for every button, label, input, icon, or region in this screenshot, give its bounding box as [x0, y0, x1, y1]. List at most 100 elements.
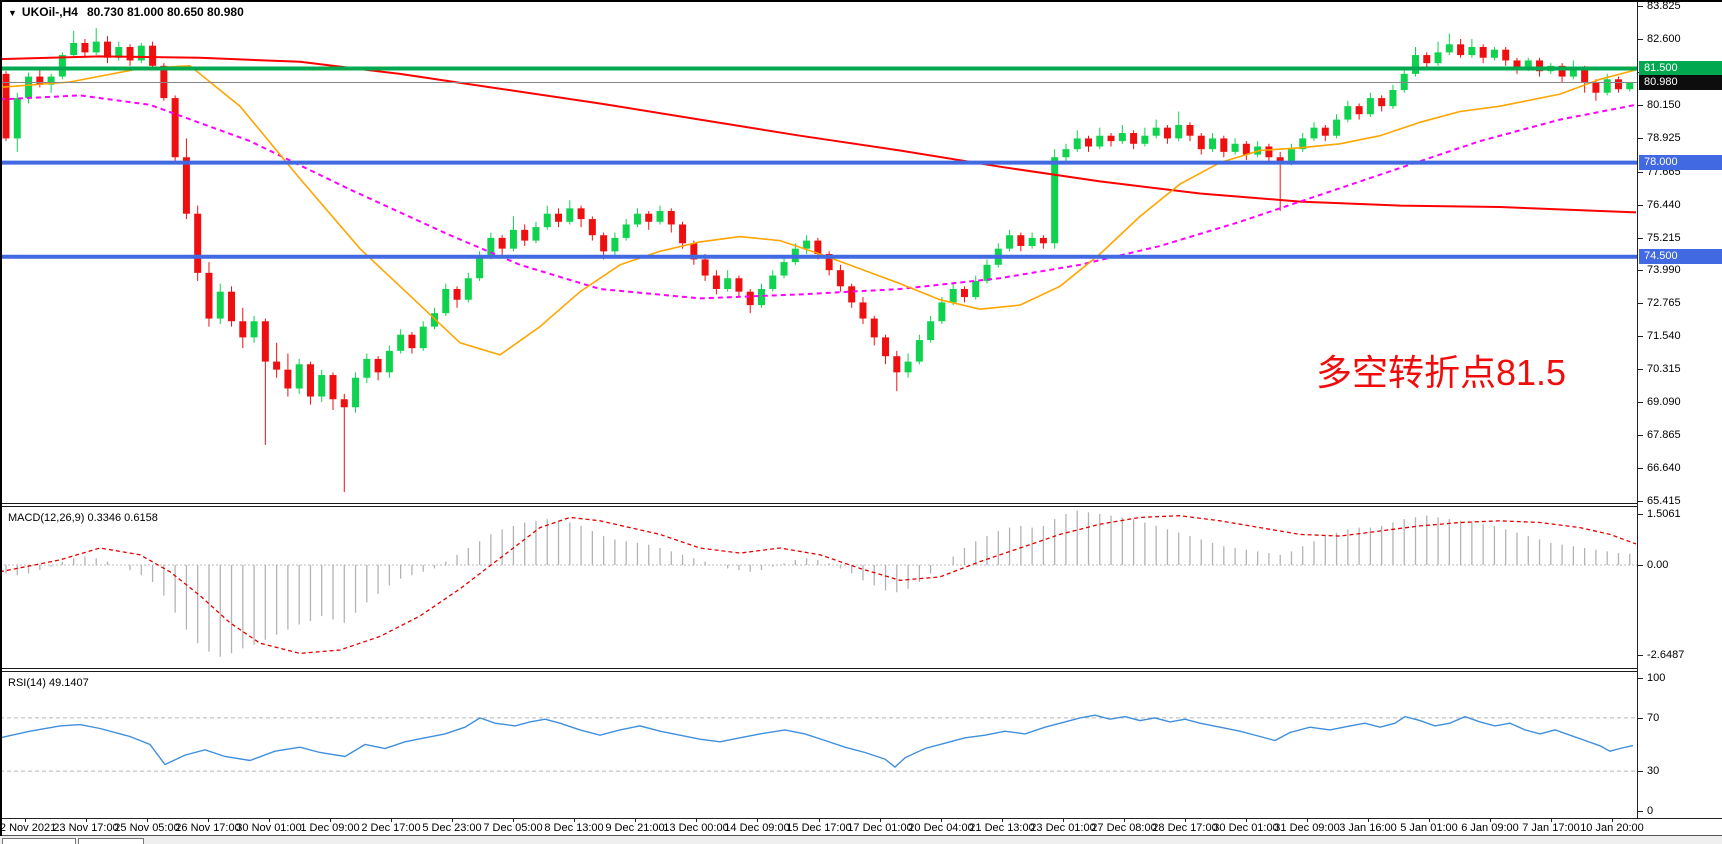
- price-axis: 83.82582.60080.15078.92577.66576.44075.2…: [1637, 0, 1722, 836]
- candle-down: [239, 321, 246, 337]
- price-badge-81.500[interactable]: 81.500: [1639, 61, 1722, 76]
- candle-up: [1006, 235, 1013, 248]
- candle-down: [713, 276, 720, 289]
- candle-down: [81, 43, 88, 52]
- candle-up: [318, 375, 325, 397]
- candle-up: [352, 378, 359, 408]
- axis-tick: [1638, 435, 1643, 436]
- candle-up: [1468, 47, 1475, 55]
- time-axis-label: 8 Dec 13:00: [544, 822, 603, 834]
- candle-down: [1265, 146, 1272, 157]
- candle-up: [769, 276, 776, 289]
- candle-down: [837, 270, 844, 286]
- candle-up: [1604, 79, 1611, 92]
- candle-down: [747, 292, 754, 305]
- axis-tick: [1638, 205, 1643, 206]
- axis-tick: [1638, 468, 1643, 469]
- time-axis-label: 27 Dec 08:00: [1091, 822, 1156, 834]
- time-axis-label: 10 Jan 20:00: [1580, 822, 1644, 834]
- candle-up: [420, 327, 427, 349]
- candle-down: [1356, 106, 1363, 114]
- chart-frame-left: [0, 0, 2, 836]
- price-badge-74.500[interactable]: 74.500: [1639, 249, 1722, 264]
- axis-tick: [1638, 238, 1643, 239]
- candle-down: [555, 214, 562, 222]
- candle-down: [3, 74, 10, 139]
- candle-up: [623, 224, 630, 237]
- time-axis-label: 31 Dec 09:00: [1274, 822, 1339, 834]
- candle-up: [138, 46, 145, 61]
- axis-tick: [1638, 501, 1643, 502]
- macd-axis-label: 0.00: [1647, 558, 1668, 572]
- axis-tick: [1638, 771, 1643, 772]
- time-axis-label: 13 Dec 00:00: [663, 822, 728, 834]
- candle-up: [386, 351, 393, 373]
- chart-title: ▼UKOil-,H480.730 81.000 80.650 80.980: [8, 5, 244, 19]
- price-axis-label: 80.150: [1647, 98, 1681, 112]
- chart-tab[interactable]: [78, 838, 144, 844]
- candle-down: [848, 286, 855, 302]
- candle-up: [634, 214, 641, 225]
- price-axis-label: 82.600: [1647, 32, 1681, 46]
- axis-tick: [1638, 172, 1643, 173]
- candle-up: [1389, 90, 1396, 106]
- candle-down: [408, 335, 415, 348]
- candle-down: [1502, 50, 1509, 61]
- candle-up: [566, 208, 573, 221]
- candle-up: [25, 77, 32, 99]
- axis-tick: [1638, 678, 1643, 679]
- candle-up: [363, 359, 370, 378]
- candle-down: [882, 337, 889, 356]
- price-badge-78.000[interactable]: 78.000: [1639, 155, 1722, 170]
- time-axis-label: 5 Jan 01:00: [1400, 822, 1458, 834]
- candle-down: [735, 278, 742, 291]
- macd-panel[interactable]: [0, 507, 1637, 668]
- candle-up: [1074, 138, 1081, 149]
- candle-up: [724, 278, 731, 289]
- candle-down: [645, 214, 652, 222]
- main-price-panel[interactable]: [0, 0, 1637, 503]
- axis-tick: [1638, 514, 1643, 515]
- price-axis-label: 76.440: [1647, 198, 1681, 212]
- candle-up: [1232, 144, 1239, 152]
- text-annotation[interactable]: 多空转折点81.5: [1316, 344, 1566, 396]
- candle-up: [927, 321, 934, 340]
- rsi-line: [0, 715, 1633, 767]
- candle-up: [14, 98, 21, 138]
- candle-up: [1333, 120, 1340, 136]
- rsi-axis-label: 70: [1647, 711, 1659, 725]
- ma-fast-orange: [0, 66, 1636, 355]
- rsi-panel[interactable]: [0, 672, 1637, 818]
- candle-up: [758, 289, 765, 305]
- candle-up: [1367, 98, 1374, 114]
- axis-tick: [1638, 655, 1643, 656]
- candle-down: [1243, 144, 1250, 155]
- candle-up: [397, 335, 404, 351]
- chart-tab[interactable]: [2, 838, 76, 844]
- candle-down: [1108, 136, 1115, 141]
- time-axis[interactable]: 22 Nov 202123 Nov 17:0025 Nov 05:0026 No…: [0, 818, 1722, 836]
- panel-separator[interactable]: [0, 503, 1722, 507]
- time-axis-label: 7 Dec 05:00: [483, 822, 542, 834]
- time-axis-label: 23 Nov 17:00: [53, 822, 118, 834]
- axis-tick: [1638, 718, 1643, 719]
- candle-down: [341, 399, 348, 407]
- time-axis-label: 17 Dec 01:00: [847, 822, 912, 834]
- candle-down: [1017, 235, 1024, 246]
- price-badge-80.980[interactable]: 80.980: [1639, 75, 1722, 90]
- candle-down: [1378, 98, 1385, 106]
- price-axis-label: 72.765: [1647, 296, 1681, 310]
- candle-up: [431, 313, 438, 326]
- time-axis-label: 28 Dec 17:00: [1152, 822, 1217, 834]
- candle-down: [1592, 82, 1599, 93]
- panel-separator[interactable]: [0, 668, 1722, 672]
- time-axis-label: 20 Dec 04:00: [908, 822, 973, 834]
- price-axis-label: 69.090: [1647, 395, 1681, 409]
- candle-up: [1446, 44, 1453, 52]
- price-axis-label: 65.415: [1647, 494, 1681, 508]
- candle-down: [307, 364, 314, 396]
- symbol-dropdown-icon[interactable]: ▼: [8, 8, 17, 18]
- candle-up: [510, 230, 517, 249]
- axis-tick: [1638, 565, 1643, 566]
- candle-down: [1423, 55, 1430, 63]
